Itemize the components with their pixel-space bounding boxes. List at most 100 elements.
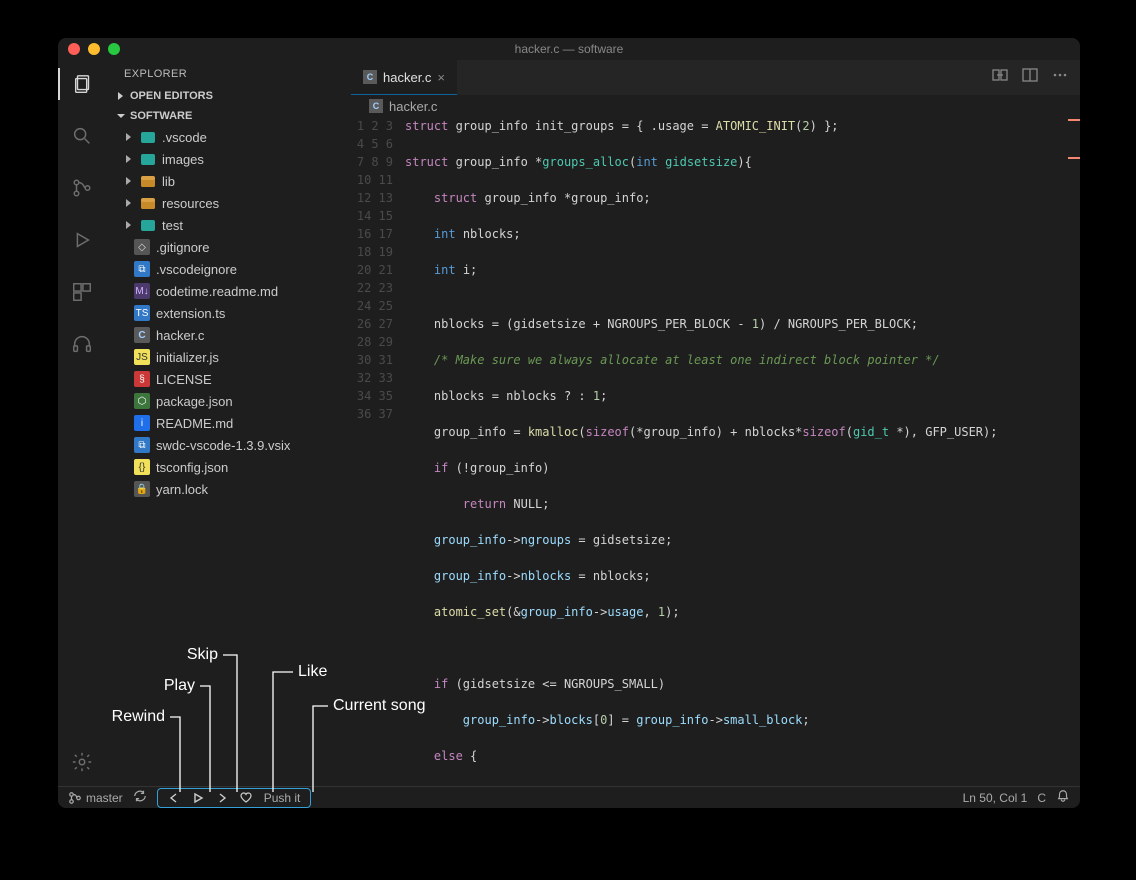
file-icon: ◇ — [134, 239, 150, 255]
activity-scm-icon[interactable] — [58, 172, 106, 204]
breadcrumb-file: hacker.c — [389, 99, 437, 114]
file-item[interactable]: i README.md — [114, 412, 351, 434]
tab-bar: C hacker.c × — [351, 60, 1080, 95]
file-item[interactable]: ⧉ swdc-vscode-1.3.9.vsix — [114, 434, 351, 456]
tab-hacker-c[interactable]: C hacker.c × — [351, 60, 457, 95]
file-item[interactable]: JS initializer.js — [114, 346, 351, 368]
activity-headphones-icon[interactable] — [58, 328, 106, 360]
activity-settings-gear-icon[interactable] — [58, 746, 106, 778]
explorer-sidebar: EXPLORER OPEN EDITORS SOFTWARE .vscode i… — [106, 60, 351, 786]
tree-label: resources — [162, 196, 219, 211]
notifications-bell-icon[interactable] — [1056, 789, 1070, 806]
activity-extensions-icon[interactable] — [58, 276, 106, 308]
folder-item[interactable]: resources — [114, 192, 351, 214]
open-editors-label: OPEN EDITORS — [130, 90, 213, 102]
activity-debug-icon[interactable] — [58, 224, 106, 256]
tree-label: codetime.readme.md — [156, 284, 278, 299]
branch-name: master — [86, 791, 123, 805]
code-area[interactable]: 1 2 3 4 5 6 7 8 9 10 11 12 13 14 15 16 1… — [351, 117, 1080, 786]
file-icon: ⧉ — [134, 261, 150, 277]
activity-bar — [58, 60, 106, 786]
tree-label: test — [162, 218, 183, 233]
open-editors-section[interactable]: OPEN EDITORS — [106, 86, 351, 106]
window-titlebar: hacker.c — software — [58, 38, 1080, 60]
window-title: hacker.c — software — [58, 42, 1080, 56]
editor: C hacker.c × C hacker.c 1 2 3 4 5 6 7 8 … — [351, 60, 1080, 786]
file-icon: 🔒 — [134, 481, 150, 497]
file-icon: C — [363, 70, 377, 84]
music-controls: Push it — [157, 788, 312, 808]
file-item[interactable]: ⧉ .vscodeignore — [114, 258, 351, 280]
file-icon: ⬡ — [134, 393, 150, 409]
current-song[interactable]: Push it — [264, 791, 301, 805]
file-item[interactable]: TS extension.ts — [114, 302, 351, 324]
file-item[interactable]: 🔒 yarn.lock — [114, 478, 351, 500]
file-icon: C — [369, 99, 383, 113]
tree-label: hacker.c — [156, 328, 204, 343]
activity-explorer-icon[interactable] — [58, 68, 106, 100]
tree-label: initializer.js — [156, 350, 219, 365]
branch-indicator[interactable]: master — [68, 791, 123, 805]
file-item[interactable]: § LICENSE — [114, 368, 351, 390]
file-icon: {} — [134, 459, 150, 475]
folder-item[interactable]: .vscode — [114, 126, 351, 148]
file-item[interactable]: {} tsconfig.json — [114, 456, 351, 478]
file-icon: M↓ — [134, 283, 150, 299]
file-item[interactable]: ◇ .gitignore — [114, 236, 351, 258]
tree-label: LICENSE — [156, 372, 212, 387]
activity-search-icon[interactable] — [58, 120, 106, 152]
sync-icon[interactable] — [133, 789, 147, 806]
window-close-button[interactable] — [68, 43, 80, 55]
compare-changes-icon[interactable] — [992, 67, 1008, 88]
file-icon: i — [134, 415, 150, 431]
file-item[interactable]: ⬡ package.json — [114, 390, 351, 412]
tree-label: yarn.lock — [156, 482, 208, 497]
split-editor-icon[interactable] — [1022, 67, 1038, 88]
play-button[interactable] — [192, 792, 204, 804]
folder-icon — [140, 129, 156, 145]
vscode-window: hacker.c — software — [58, 38, 1080, 808]
folder-item[interactable]: images — [114, 148, 351, 170]
file-tree: .vscode images lib resources test ◇ .giti… — [114, 126, 351, 500]
tree-label: lib — [162, 174, 175, 189]
more-actions-icon[interactable] — [1052, 67, 1068, 88]
breadcrumb[interactable]: C hacker.c — [351, 95, 1080, 117]
folder-icon — [140, 217, 156, 233]
tree-label: extension.ts — [156, 306, 225, 321]
window-minimize-button[interactable] — [88, 43, 100, 55]
window-zoom-button[interactable] — [108, 43, 120, 55]
code-content[interactable]: struct group_info init_groups = { .usage… — [405, 117, 1068, 786]
language-mode[interactable]: C — [1037, 791, 1046, 805]
file-icon: C — [134, 327, 150, 343]
tree-label: .vscode — [162, 130, 207, 145]
file-item[interactable]: Chacker.c — [114, 324, 351, 346]
workspace-section[interactable]: SOFTWARE — [106, 106, 351, 126]
tree-label: images — [162, 152, 204, 167]
folder-item[interactable]: test — [114, 214, 351, 236]
tree-label: package.json — [156, 394, 233, 409]
tree-label: tsconfig.json — [156, 460, 228, 475]
tree-label: swdc-vscode-1.3.9.vsix — [156, 438, 290, 453]
skip-button[interactable] — [216, 792, 228, 804]
tab-label: hacker.c — [383, 70, 431, 85]
minimap[interactable] — [1068, 117, 1080, 786]
close-tab-icon[interactable]: × — [437, 70, 445, 85]
file-icon: § — [134, 371, 150, 387]
folder-icon — [140, 151, 156, 167]
tree-label: README.md — [156, 416, 233, 431]
file-icon: TS — [134, 305, 150, 321]
explorer-title: EXPLORER — [106, 60, 351, 86]
cursor-position[interactable]: Ln 50, Col 1 — [963, 791, 1028, 805]
like-button[interactable] — [240, 792, 252, 804]
folder-item[interactable]: lib — [114, 170, 351, 192]
workspace-label: SOFTWARE — [130, 110, 192, 122]
line-number-gutter: 1 2 3 4 5 6 7 8 9 10 11 12 13 14 15 16 1… — [351, 117, 405, 786]
traffic-lights — [68, 43, 120, 55]
rewind-button[interactable] — [168, 792, 180, 804]
file-icon: JS — [134, 349, 150, 365]
tree-label: .gitignore — [156, 240, 209, 255]
tree-label: .vscodeignore — [156, 262, 237, 277]
file-item[interactable]: M↓ codetime.readme.md — [114, 280, 351, 302]
file-icon: ⧉ — [134, 437, 150, 453]
folder-icon — [140, 195, 156, 211]
